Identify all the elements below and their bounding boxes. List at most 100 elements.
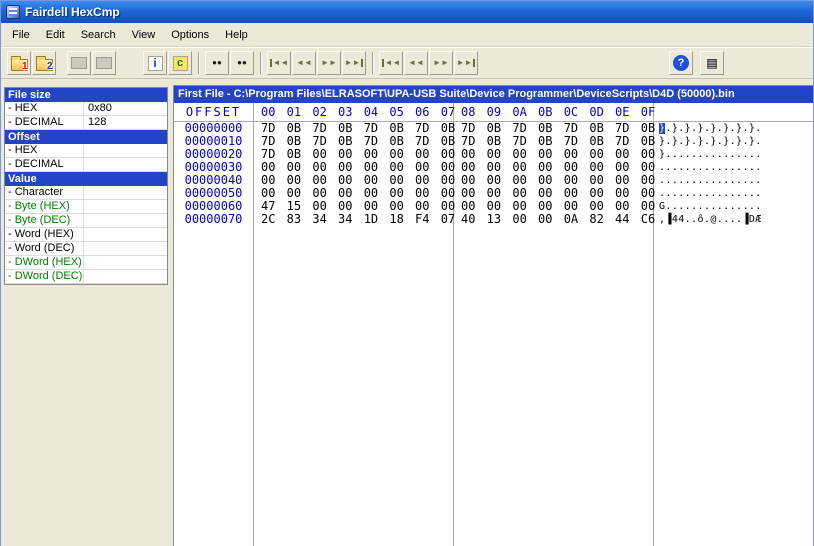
last-difference-icon: ►► [345, 59, 364, 67]
offset-column: OFFSET 00000000 00000010 00000020 00000030 00… [174, 103, 254, 546]
ascii-cell[interactable]: ,▐44..ô.@....▐DÆ [654, 213, 766, 226]
offset-cell: 00000070 [184, 212, 243, 226]
first-difference-button[interactable]: ◄◄ [267, 51, 291, 75]
hex-grid-filler-header [766, 103, 813, 122]
compare-files-icon [71, 57, 87, 69]
toolbar-gap [479, 63, 669, 64]
window-title: Fairdell HexCmp [25, 5, 120, 19]
hex-right-column: 08 09 0A 0B 0C 0D 0E 0F 7D 0B 7D 0B 7D 0B… [454, 103, 655, 546]
report-button[interactable]: ▤ [700, 51, 724, 75]
ascii-cell[interactable]: ................ [654, 174, 766, 187]
menu-item-file[interactable]: File [4, 25, 38, 45]
info-section-offset: Offset [5, 130, 167, 144]
last-match-icon: ►► [457, 59, 476, 67]
info-value [84, 144, 167, 157]
toolbar-gap [117, 63, 143, 64]
menu-bar: File Edit Search View Options Help [1, 23, 813, 47]
info-row-decimal: - DECIMAL [5, 158, 167, 172]
info-value [84, 270, 167, 283]
toolbar: 1 2 i c ●● ●● ◄◄ ◄◄ ►► ►► ◄◄ ◄◄ ►► ►►? ▤ [1, 47, 813, 79]
hex-grid: OFFSET 00000000 00000010 00000020 00000030 00… [174, 103, 813, 546]
open-first-file-button[interactable]: 1 [7, 51, 31, 75]
hex-grid-filler [766, 103, 813, 546]
open-second-file-button[interactable]: 2 [32, 51, 56, 75]
next-difference-button[interactable]: ►► [317, 51, 341, 75]
menu-item-edit[interactable]: Edit [38, 25, 73, 45]
help-button[interactable]: ? [669, 51, 693, 75]
previous-match-button[interactable]: ◄◄ [404, 51, 428, 75]
ascii-cell[interactable]: }.}.}.}.}.}.}.}. [654, 135, 766, 148]
open-file-1-icon: 1 [10, 55, 28, 72]
info-label: - DWord (DEC) [5, 270, 84, 283]
menu-item-view[interactable]: View [124, 25, 164, 45]
app-window: { "window": { "title": "Fairdell HexCmp"… [0, 0, 814, 546]
info-value: 0x80 [88, 102, 112, 114]
info-value [84, 214, 167, 227]
report-icon: ▤ [706, 56, 718, 70]
colors-icon: c [172, 55, 188, 71]
main-content: File size - HEX 0x80- DECIMAL 128 Offset - HE… [1, 79, 813, 546]
binoculars-icon: ●● [212, 58, 222, 67]
ascii-cell[interactable]: ................ [654, 187, 766, 200]
color-scheme-button[interactable]: c [168, 51, 192, 75]
info-row-hex: - HEX [5, 144, 167, 158]
ascii-cell[interactable]: G............... [654, 200, 766, 213]
previous-difference-icon: ◄◄ [296, 58, 312, 67]
first-difference-icon: ◄◄ [269, 59, 288, 67]
info-value [84, 186, 167, 199]
binoculars-next-icon: ●● [237, 58, 247, 67]
info-label: - HEX [5, 144, 84, 157]
menu-item-search[interactable]: Search [73, 25, 124, 45]
cursor-highlight: } [659, 123, 666, 134]
resume-compare-icon [96, 57, 112, 69]
next-difference-icon: ►► [321, 58, 337, 67]
hex-view-title: First File - C:\Program Files\ELRASOFT\U… [174, 86, 813, 103]
info-label: - DECIMAL [5, 158, 84, 171]
hex-cell[interactable]: 40 13 00 00 0A 82 44 C6 [454, 213, 655, 226]
toolbar-separator [198, 52, 200, 74]
hex-right-column-header: 08 09 0A 0B 0C 0D 0E 0F [454, 103, 655, 122]
menu-item-help[interactable]: Help [217, 25, 256, 45]
info-value [84, 200, 167, 213]
ascii-cell[interactable]: }.}.}.}.}.}.}.}. [654, 122, 766, 135]
info-section-value: Value [5, 172, 167, 186]
toolbar-separator [260, 52, 262, 74]
find-button[interactable]: ●● [205, 51, 229, 75]
last-difference-button[interactable]: ►► [342, 51, 366, 75]
info-panel: File size - HEX 0x80- DECIMAL 128 Offset - HE… [4, 87, 168, 285]
ascii-column-header [654, 103, 766, 122]
info-label: - HEX [5, 102, 84, 115]
info-row-decimal: - DECIMAL 128 [5, 116, 167, 130]
help-icon: ? [673, 55, 689, 71]
previous-difference-button[interactable]: ◄◄ [292, 51, 316, 75]
info-label: - Character [5, 186, 84, 199]
first-match-button[interactable]: ◄◄ [379, 51, 403, 75]
info-label: - Byte (DEC) [5, 214, 84, 227]
ascii-cell[interactable]: ................ [654, 161, 766, 174]
hex-panel: First File - C:\Program Files\ELRASOFT\U… [173, 85, 813, 546]
ascii-cell[interactable]: }............... [654, 148, 766, 161]
info-value [84, 256, 167, 269]
info-row-word-hex: - Word (HEX) [5, 228, 167, 242]
info-icon: i [147, 55, 163, 71]
menu-item-options[interactable]: Options [163, 25, 217, 45]
last-match-button[interactable]: ►► [454, 51, 478, 75]
first-match-icon: ◄◄ [381, 59, 400, 67]
find-next-button[interactable]: ●● [230, 51, 254, 75]
hex-cell[interactable]: 2C 83 34 34 1D 18 F4 07 [254, 213, 455, 226]
info-label: - Word (DEC) [5, 242, 84, 255]
open-file-2-icon-number: 2 [46, 60, 53, 72]
info-label: - DWord (HEX) [5, 256, 84, 269]
info-value [84, 228, 167, 241]
next-match-button[interactable]: ►► [429, 51, 453, 75]
file-info-button[interactable]: i [143, 51, 167, 75]
info-row-hex: - HEX 0x80 [5, 102, 167, 116]
info-row-dword-dec: - DWord (DEC) [5, 270, 167, 284]
offset-column-header: OFFSET [174, 103, 253, 122]
toolbar-gap [57, 63, 67, 64]
resume-compare-button [92, 51, 116, 75]
app-icon[interactable] [6, 5, 20, 19]
hex-left-column: 00 01 02 03 04 05 06 07 7D 0B 7D 0B 7D 0B… [254, 103, 455, 546]
next-match-icon: ►► [433, 58, 449, 67]
open-file-1-icon-number: 1 [21, 60, 28, 72]
